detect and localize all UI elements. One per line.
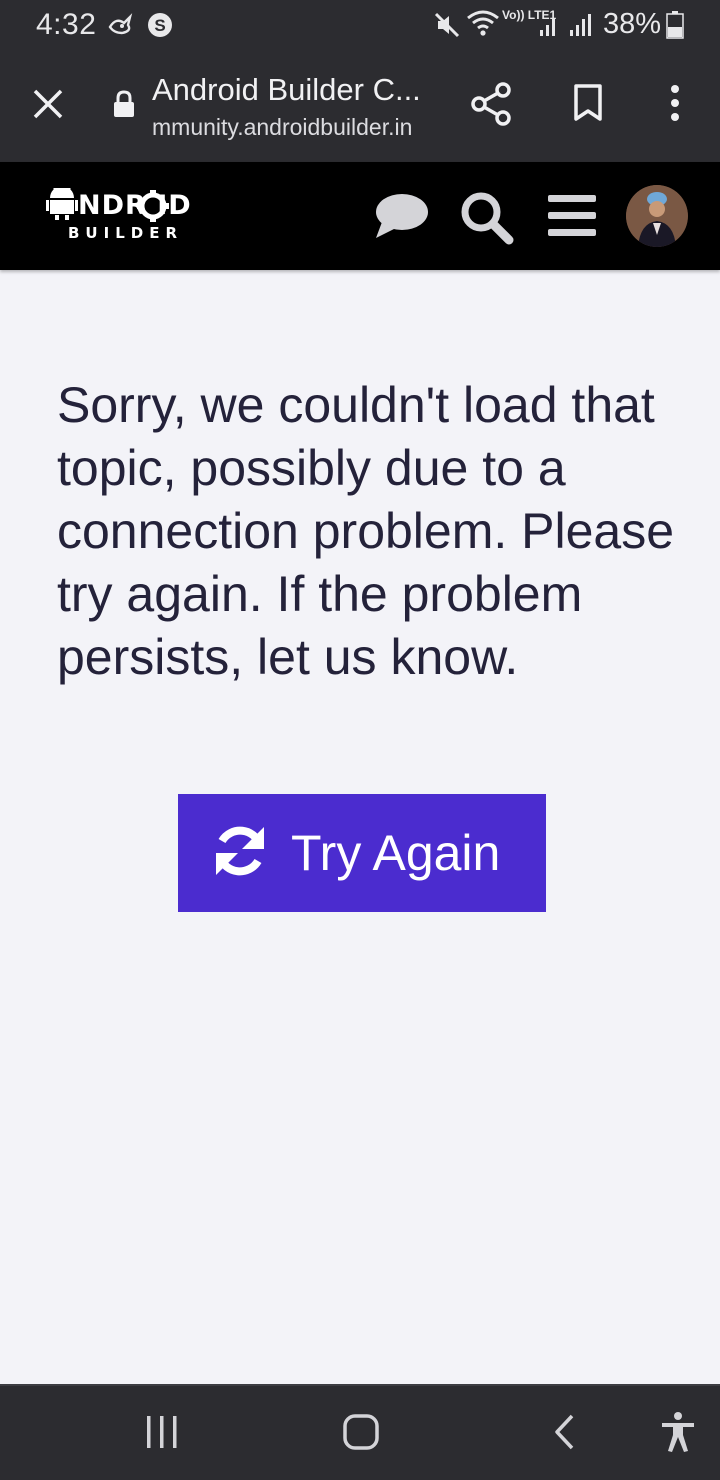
- more-vert-icon[interactable]: [663, 83, 687, 128]
- battery-percent: 38%: [603, 8, 662, 40]
- status-bar: 4:32 S Vo)) LTE1 38%: [0, 0, 720, 50]
- share-icon[interactable]: [470, 82, 512, 131]
- try-again-label: Try Again: [291, 825, 501, 881]
- bookmark-icon[interactable]: [570, 83, 606, 128]
- svg-text:S: S: [154, 16, 165, 35]
- screen: 4:32 S Vo)) LTE1 38% Android Builder C..…: [0, 0, 720, 1480]
- site-header: NDR ID BUILDER: [0, 162, 720, 270]
- home-icon[interactable]: [342, 1413, 380, 1456]
- bird-icon: S: [108, 13, 172, 37]
- logo-text-bottom: BUILDER: [68, 224, 184, 242]
- logo-text-top: NDR ID: [78, 190, 192, 221]
- signal-icon: [538, 12, 596, 43]
- error-message: Sorry, we couldn't load that topic, poss…: [57, 377, 675, 685]
- page-title[interactable]: Android Builder C...: [152, 72, 421, 108]
- wifi-icon: [466, 8, 500, 45]
- hamburger-menu-icon[interactable]: [548, 195, 596, 242]
- system-nav-bar: [0, 1384, 720, 1480]
- lock-icon: [112, 90, 136, 125]
- refresh-icon: [212, 823, 268, 884]
- browser-toolbar: Android Builder C... mmunity.androidbuil…: [0, 50, 720, 162]
- chat-icon[interactable]: [374, 192, 430, 247]
- battery-icon: [666, 11, 684, 44]
- close-icon[interactable]: [30, 86, 66, 122]
- try-again-button[interactable]: Try Again: [178, 794, 546, 912]
- url-text[interactable]: mmunity.androidbuilder.in: [152, 114, 412, 141]
- avatar[interactable]: [626, 185, 688, 247]
- site-logo[interactable]: NDR ID BUILDER: [46, 186, 206, 248]
- search-icon[interactable]: [459, 190, 515, 251]
- mute-icon: [432, 10, 462, 45]
- status-time: 4:32: [36, 8, 97, 41]
- recent-apps-icon[interactable]: [144, 1414, 180, 1455]
- status-left-icons: S: [108, 11, 178, 44]
- back-icon[interactable]: [552, 1413, 576, 1456]
- accessibility-icon[interactable]: [660, 1411, 696, 1458]
